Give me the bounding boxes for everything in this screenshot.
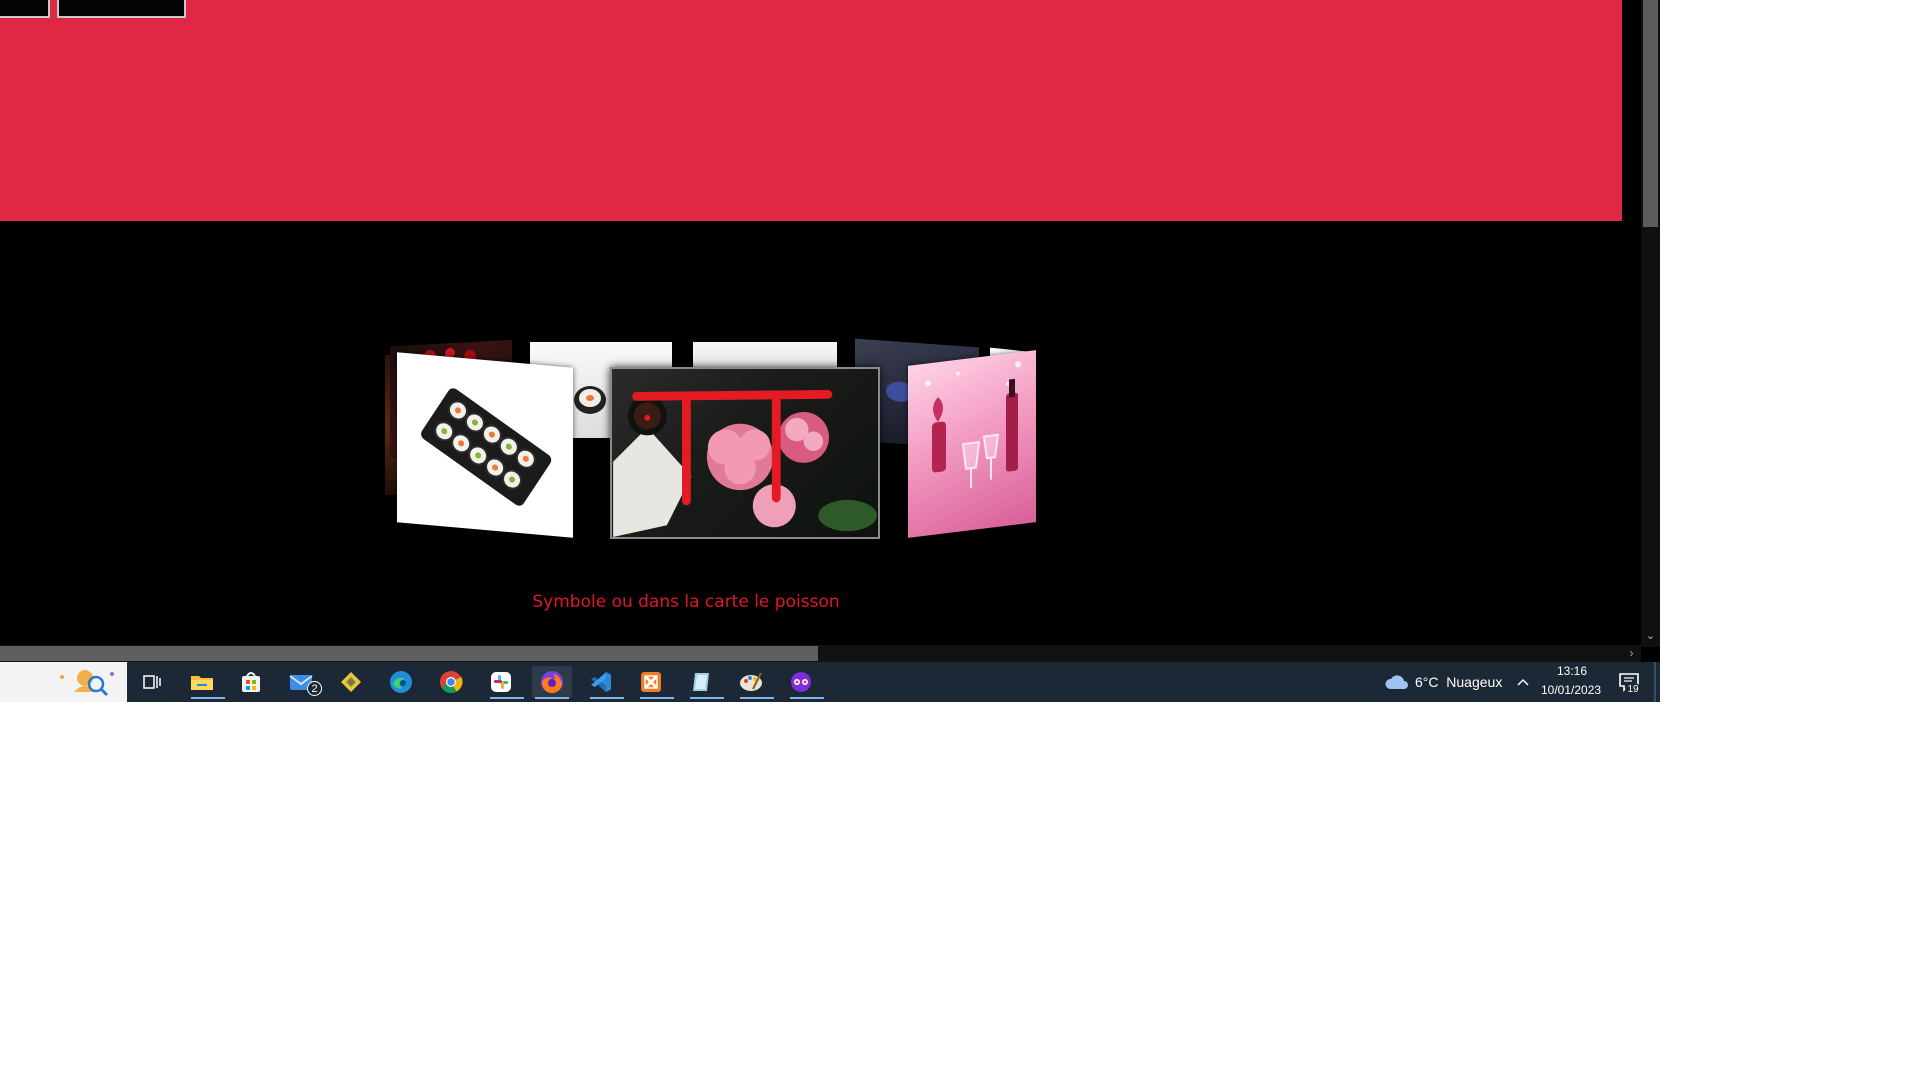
carousel-card-wine[interactable] xyxy=(908,350,1036,538)
scroll-down-arrow-icon[interactable]: ⌄ xyxy=(1643,629,1658,643)
weather-temp: 6°C xyxy=(1415,674,1439,690)
browser-viewport: Symbole ou dans la carte le poisson ⌄ › xyxy=(0,0,1660,702)
vscode-icon[interactable] xyxy=(584,666,624,699)
taskbar-search[interactable] xyxy=(0,662,127,702)
slack-icon[interactable] xyxy=(484,666,524,699)
mail-badge: 2 xyxy=(307,681,322,696)
notification-count: 19 xyxy=(1625,683,1641,697)
carousel-caption: Symbole ou dans la carte le poisson xyxy=(532,592,840,612)
edge-icon[interactable] xyxy=(384,666,418,698)
show-desktop-button[interactable] xyxy=(1654,662,1656,702)
carousel-card-sushi[interactable] xyxy=(397,352,573,538)
sushi-image xyxy=(421,388,552,506)
chevron-up-icon[interactable] xyxy=(1513,666,1533,698)
header-box-right[interactable] xyxy=(57,0,186,18)
task-view-icon[interactable] xyxy=(135,666,169,698)
paint-palette-icon[interactable] xyxy=(734,666,774,699)
chrome-icon[interactable] xyxy=(434,666,468,698)
folder-icon[interactable] xyxy=(185,666,225,699)
weather-condition: Nuageux xyxy=(1446,674,1503,690)
mask-icon[interactable] xyxy=(784,666,824,699)
horizontal-scrollbar-thumb[interactable] xyxy=(0,646,818,661)
cloud-icon[interactable] xyxy=(1380,666,1414,698)
clock-date[interactable]: 10/01/2023 xyxy=(1541,683,1601,697)
clock-time[interactable]: 13:16 xyxy=(1557,664,1587,678)
vertical-scrollbar-thumb[interactable] xyxy=(1643,0,1658,227)
store-icon[interactable] xyxy=(234,666,268,698)
peony-flowers-image xyxy=(613,390,877,537)
header-box-left[interactable] xyxy=(0,0,50,18)
search-icon xyxy=(60,670,114,697)
notepad-icon[interactable] xyxy=(684,666,724,699)
scroll-right-arrow-icon[interactable]: › xyxy=(1624,646,1639,661)
diamond-icon[interactable] xyxy=(334,666,368,698)
firefox-icon[interactable] xyxy=(532,666,572,699)
weather-text[interactable]: 6°C Nuageux xyxy=(1415,674,1502,690)
carousel-card-flowers[interactable] xyxy=(610,367,880,539)
pink-wine-image xyxy=(925,361,1021,489)
red-header-banner xyxy=(0,0,1622,221)
xampp-icon[interactable] xyxy=(634,666,674,699)
